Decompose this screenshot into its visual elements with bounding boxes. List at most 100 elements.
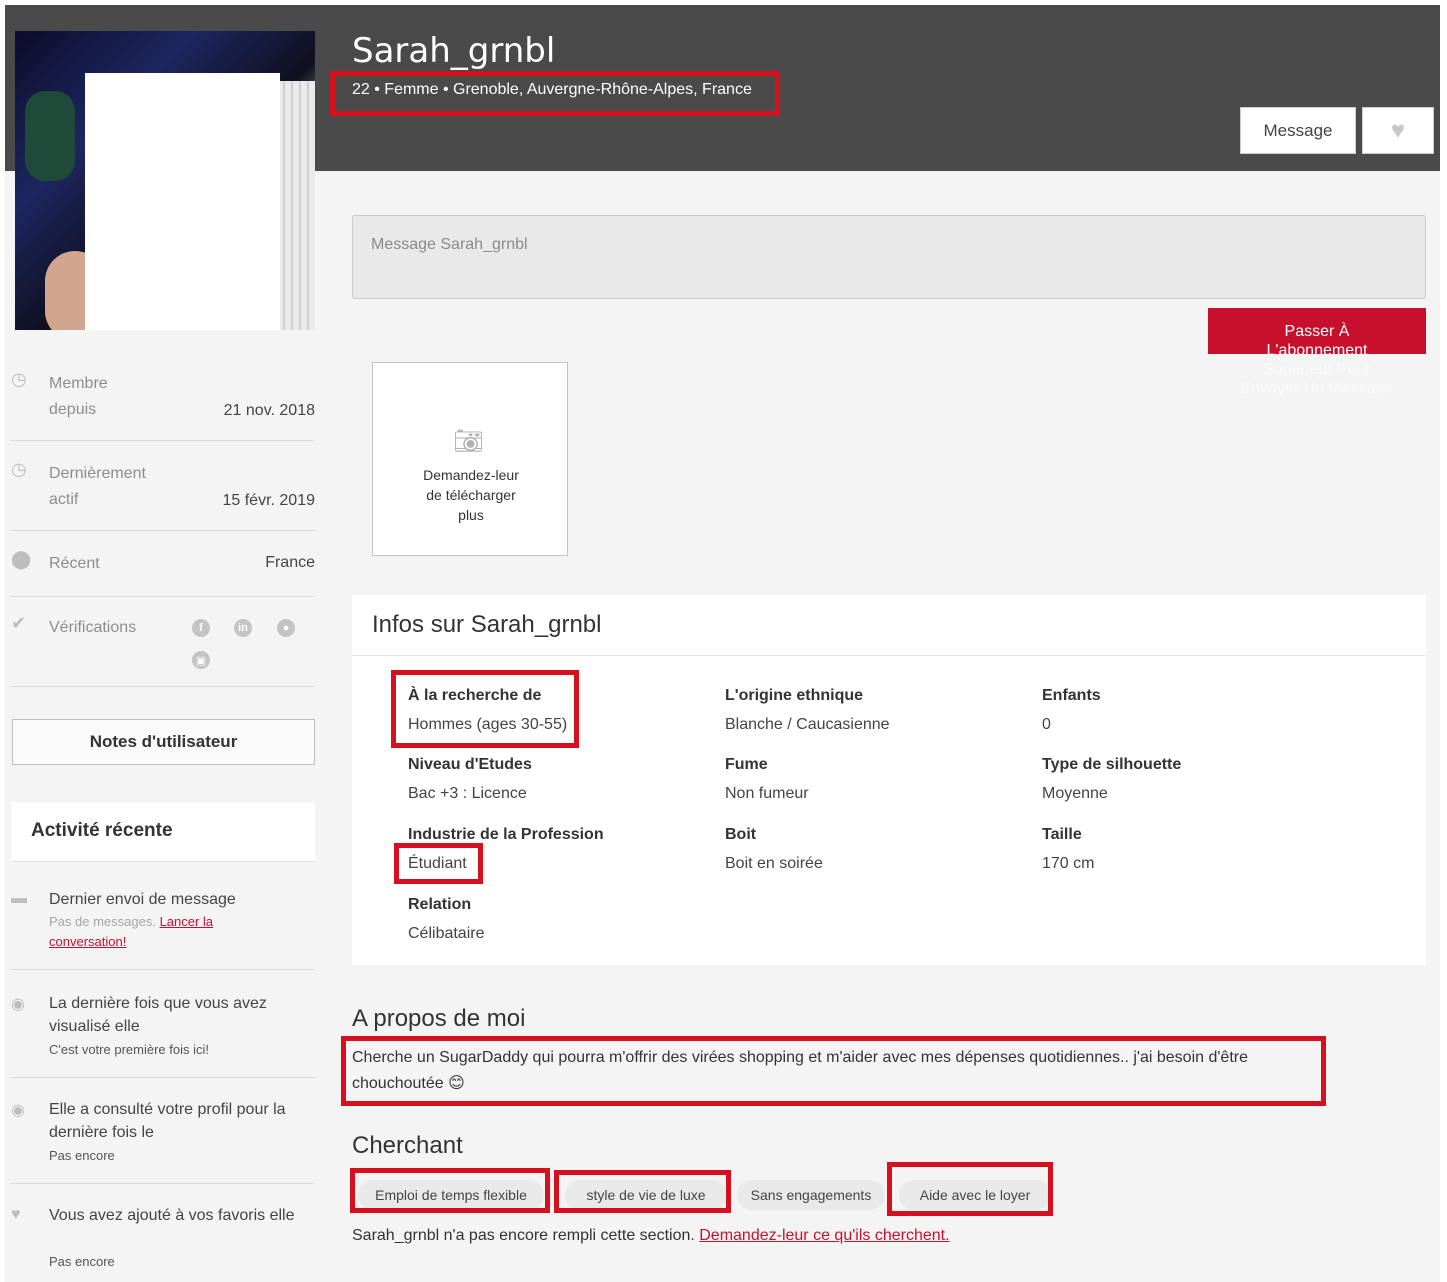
check-circle-icon: ✔ <box>11 613 27 633</box>
message-button[interactable]: Message <box>1240 107 1356 154</box>
about-title: A propos de moi <box>352 1005 526 1032</box>
field-label-children: Enfants <box>1042 687 1101 704</box>
field-value-relationship: Célibataire <box>408 925 485 942</box>
field-value-children: 0 <box>1042 716 1051 733</box>
heart-icon: ♥ <box>11 1206 21 1223</box>
seeking-title: Cherchant <box>352 1132 463 1159</box>
upload-line-1: Demandez-leur <box>423 467 519 483</box>
recent-label: Récent <box>49 555 100 572</box>
location-pin-icon: ⬤ <box>11 549 32 569</box>
recent-location-row: ⬤ Récent France <box>11 545 315 597</box>
member-since-label: Membre <box>49 375 108 392</box>
activity-subtext: Pas de messages. Lancer la conversation! <box>49 912 213 952</box>
photo-wall <box>277 81 315 330</box>
profile-photo[interactable] <box>15 31 315 330</box>
verifications-label: Vérifications <box>49 619 137 636</box>
field-value-drinking: Boit en soirée <box>725 855 823 872</box>
activity-subtext: Pas encore <box>49 1148 115 1163</box>
upload-line-2: de télécharger <box>426 487 516 503</box>
activity-title: Elle a consulté votre profil pour la der… <box>49 1101 286 1141</box>
activity-title: Vous avez ajouté à vos favoris elle <box>49 1207 295 1224</box>
last-active-row: ◷ Dernièrement actif 15 févr. 2019 <box>11 455 315 531</box>
field-label-body-type: Type de silhouette <box>1042 756 1182 773</box>
activity-item-favorited: ♥ Vous avez ajouté à vos favoris elle Pa… <box>11 1204 315 1280</box>
clock-icon: ◷ <box>11 459 27 479</box>
field-value-industry: Étudiant <box>408 855 467 872</box>
field-value-ethnicity: Blanche / Caucasienne <box>725 716 890 733</box>
camera-plus-icon: 📷︎ <box>453 428 484 455</box>
member-since-row: ◷ Membre depuis 21 nov. 2018 <box>11 365 315 441</box>
linkedin-icon: in <box>234 619 252 637</box>
photo-redaction <box>85 73 280 330</box>
upload-line-3: plus <box>458 507 484 523</box>
user-notes-button[interactable]: Notes d'utilisateur <box>12 719 315 765</box>
recent-value: France <box>265 554 315 571</box>
seeking-note: Sarah_grnbl n'a pas encore rempli cette … <box>352 1227 950 1245</box>
seeking-tag: style de vie de luxe <box>565 1180 727 1210</box>
start-conversation-link[interactable]: Lancer la <box>160 914 213 929</box>
about-text: Cherche un SugarDaddy qui pourra m'offri… <box>352 1049 1248 1092</box>
field-value-smoking: Non fumeur <box>725 785 809 802</box>
member-since-label-2: depuis <box>49 401 97 418</box>
seeking-note-text: Sarah_grnbl n'a pas encore rempli cette … <box>352 1227 700 1244</box>
field-label-smoking: Fume <box>725 756 768 773</box>
verifications-row: ✔ Vérifications f in ● ▣ <box>11 609 315 687</box>
seeking-tag: Sans engagements <box>737 1180 885 1210</box>
request-photos-card[interactable]: 📷︎ Demandez-leur de télécharger plus <box>372 362 568 556</box>
member-since-value: 21 nov. 2018 <box>223 402 315 419</box>
field-label-relationship: Relation <box>408 896 472 913</box>
field-label-drinking: Boit <box>725 826 757 843</box>
upgrade-line-4: Envoyer Un Message <box>1240 380 1394 397</box>
eye-icon: ◉ <box>11 1102 25 1119</box>
field-label-height: Taille <box>1042 826 1082 843</box>
field-label-industry: Industrie de la Profession <box>408 826 604 843</box>
heart-icon: ♥ <box>1390 116 1406 144</box>
message-placeholder: Message Sarah_grnbl <box>371 236 528 253</box>
activity-item-viewed-you: ◉ Elle a consulté votre profil pour la d… <box>11 1098 315 1184</box>
clock-icon: ◷ <box>11 369 27 389</box>
profile-username: Sarah_grnbl <box>352 31 556 71</box>
profile-info-card: Infos sur Sarah_grnbl À la recherche de … <box>352 595 1426 965</box>
field-label-ethnicity: L'origine ethnique <box>725 687 864 704</box>
photo-figure <box>25 91 75 181</box>
favorite-button[interactable]: ♥ <box>1362 107 1434 154</box>
request-photos-label: Demandez-leur de télécharger plus <box>373 465 569 525</box>
ask-seeking-link[interactable]: Demandez-leur ce qu'ils cherchent. <box>699 1227 949 1244</box>
last-active-value: 15 févr. 2019 <box>222 492 315 509</box>
seeking-tag: Aide avec le loyer <box>899 1180 1051 1210</box>
profile-summary: 22 • Femme • Grenoble, Auvergne-Rhône-Al… <box>352 81 752 98</box>
info-title: Infos sur Sarah_grnbl <box>372 611 602 638</box>
field-label-education: Niveau d'Etudes <box>408 756 532 773</box>
field-value-body-type: Moyenne <box>1042 785 1108 802</box>
user-id-icon: ● <box>277 619 295 637</box>
field-value-seeking: Hommes (ages 30-55) <box>408 716 568 733</box>
photo-verified-icon: ▣ <box>192 651 210 669</box>
activity-title: La dernière fois que vous avez visualisé… <box>49 995 267 1035</box>
field-value-education: Bac +3 : Licence <box>408 785 527 802</box>
field-label-seeking: À la recherche de <box>408 687 542 704</box>
activity-subtext: Pas encore <box>49 1254 115 1269</box>
activity-title: Dernier envoi de message <box>49 891 236 908</box>
info-divider <box>352 655 1426 656</box>
recent-activity-title: Activité récente <box>31 820 173 841</box>
facebook-icon: f <box>192 619 210 637</box>
no-messages-text: Pas de messages. <box>49 914 160 929</box>
upgrade-line-3: Supérieur Pour <box>1263 361 1371 378</box>
upgrade-button[interactable]: Passer À L'abonnement Supérieur Pour Env… <box>1208 308 1426 397</box>
start-conversation-link-2[interactable]: conversation! <box>49 934 126 949</box>
upgrade-line-1: Passer À <box>1284 323 1350 340</box>
recent-activity-header: Activité récente <box>11 802 315 862</box>
chat-icon: ▬ <box>11 890 27 907</box>
profile-page: Sarah_grnbl 22 • Femme • Grenoble, Auver… <box>5 5 1440 1282</box>
activity-item-last-viewed: ◉ La dernière fois que vous avez visuali… <box>11 992 315 1078</box>
upgrade-line-2: L'abonnement <box>1266 342 1368 359</box>
last-active-label: Dernièrement <box>49 465 146 482</box>
upgrade-button-label: Passer À L'abonnement Supérieur Pour Env… <box>1208 322 1426 398</box>
message-input[interactable]: Message Sarah_grnbl <box>352 215 1426 299</box>
field-value-height: 170 cm <box>1042 855 1095 872</box>
seeking-tag: Emploi de temps flexible <box>358 1180 544 1210</box>
eye-icon: ◉ <box>11 996 25 1013</box>
last-active-label-2: actif <box>49 491 79 508</box>
activity-subtext: C'est votre première fois ici! <box>49 1042 209 1057</box>
activity-item-last-message: ▬ Dernier envoi de message Pas de messag… <box>11 888 315 970</box>
